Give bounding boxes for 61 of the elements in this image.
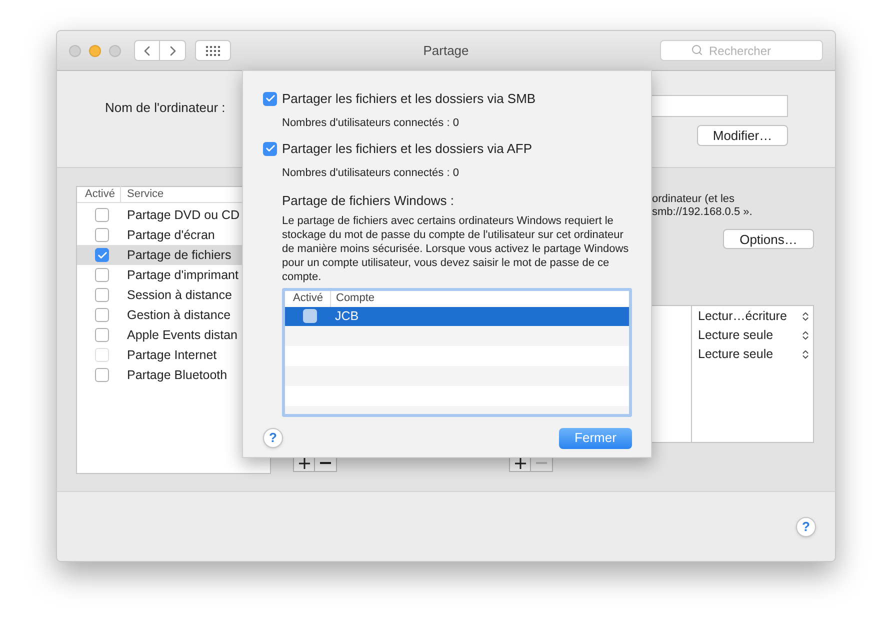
checkbox[interactable] [95, 208, 109, 222]
window-title: Partage [423, 42, 469, 60]
checkbox[interactable] [95, 228, 109, 242]
option-label: Partager les fichiers et les dossiers via SMB [282, 90, 536, 108]
checkbox[interactable] [263, 142, 277, 156]
plus-icon [514, 458, 526, 468]
account-name: JCB [335, 308, 359, 325]
column-header: Activé [77, 186, 121, 203]
check-icon [264, 93, 276, 104]
search-icon [691, 44, 703, 56]
plus-icon [298, 458, 310, 468]
zoom-icon[interactable] [109, 44, 121, 56]
minimize-icon[interactable] [89, 44, 101, 56]
back-button[interactable] [134, 40, 160, 61]
grid-icon [206, 46, 220, 56]
minus-icon [320, 462, 331, 464]
account-row[interactable]: JCB [285, 306, 629, 326]
check-icon [264, 143, 276, 154]
search-field[interactable]: Rechercher [660, 40, 823, 61]
field-label: Nom de l'ordinateur : [105, 99, 226, 116]
help-button[interactable]: ? [263, 428, 283, 448]
checkbox[interactable] [95, 308, 109, 322]
status-text: Nombres d'utilisateurs connectés : 0 [282, 166, 460, 180]
status-text: Nombres d'utilisateurs connectés : 0 [282, 116, 460, 130]
checkbox[interactable] [263, 92, 277, 106]
service-name: Apple Events distan [127, 326, 238, 344]
permission-popup[interactable]: Lecture seule [692, 345, 813, 364]
service-name: Partage DVD ou CD [127, 206, 240, 224]
checkbox[interactable] [95, 288, 109, 302]
option-label: Partager les fichiers et les dossiers via AFP [282, 140, 532, 158]
forward-button[interactable] [160, 40, 186, 61]
info-text: Le partage de fichiers avec certains ordinateurs Windows requiert le stockage du mot de passe du compte de l'utilisateur sur cet ordinateur de manière moins sécurisée. Lorsque vous activez le partage Windows pour un compte utilisateur, vous devez saisir le mot de passe de ce compte. [282, 214, 630, 284]
permission-popup[interactable]: Lecture seule [692, 326, 813, 345]
column-header: Compte [335, 291, 375, 306]
show-all-button[interactable] [195, 40, 231, 61]
stepper-icon [800, 330, 811, 341]
minus-icon [536, 462, 547, 464]
service-name: Partage de fichiers [127, 246, 232, 264]
service-name: Partage d'écran [127, 226, 215, 244]
checkbox[interactable] [95, 328, 109, 342]
service-name: Session à distance [127, 286, 232, 304]
modify-button[interactable]: Modifier… [697, 125, 788, 146]
options-button[interactable]: Options… [723, 229, 814, 249]
help-button[interactable]: ? [796, 517, 816, 537]
service-name: Partage d'imprimant [127, 266, 238, 284]
stepper-icon [800, 311, 811, 322]
checkbox[interactable] [303, 309, 317, 323]
stepper-icon [800, 349, 811, 360]
description-text: smb://192.168.0.5 ». [652, 206, 754, 219]
close-icon[interactable] [69, 44, 81, 56]
service-name: Gestion à distance [127, 306, 231, 324]
service-name: Partage Internet [127, 346, 217, 364]
checkbox[interactable] [95, 248, 109, 262]
section-heading: Partage de fichiers Windows : [282, 192, 455, 210]
service-name: Partage Bluetooth [127, 366, 228, 384]
checkbox[interactable] [95, 268, 109, 282]
permission-popup[interactable]: Lectur…écriture [692, 307, 813, 326]
check-icon [96, 250, 108, 260]
checkbox[interactable] [95, 368, 109, 382]
description-text: ordinateur (et les [652, 193, 736, 206]
column-header: Service [126, 187, 164, 202]
